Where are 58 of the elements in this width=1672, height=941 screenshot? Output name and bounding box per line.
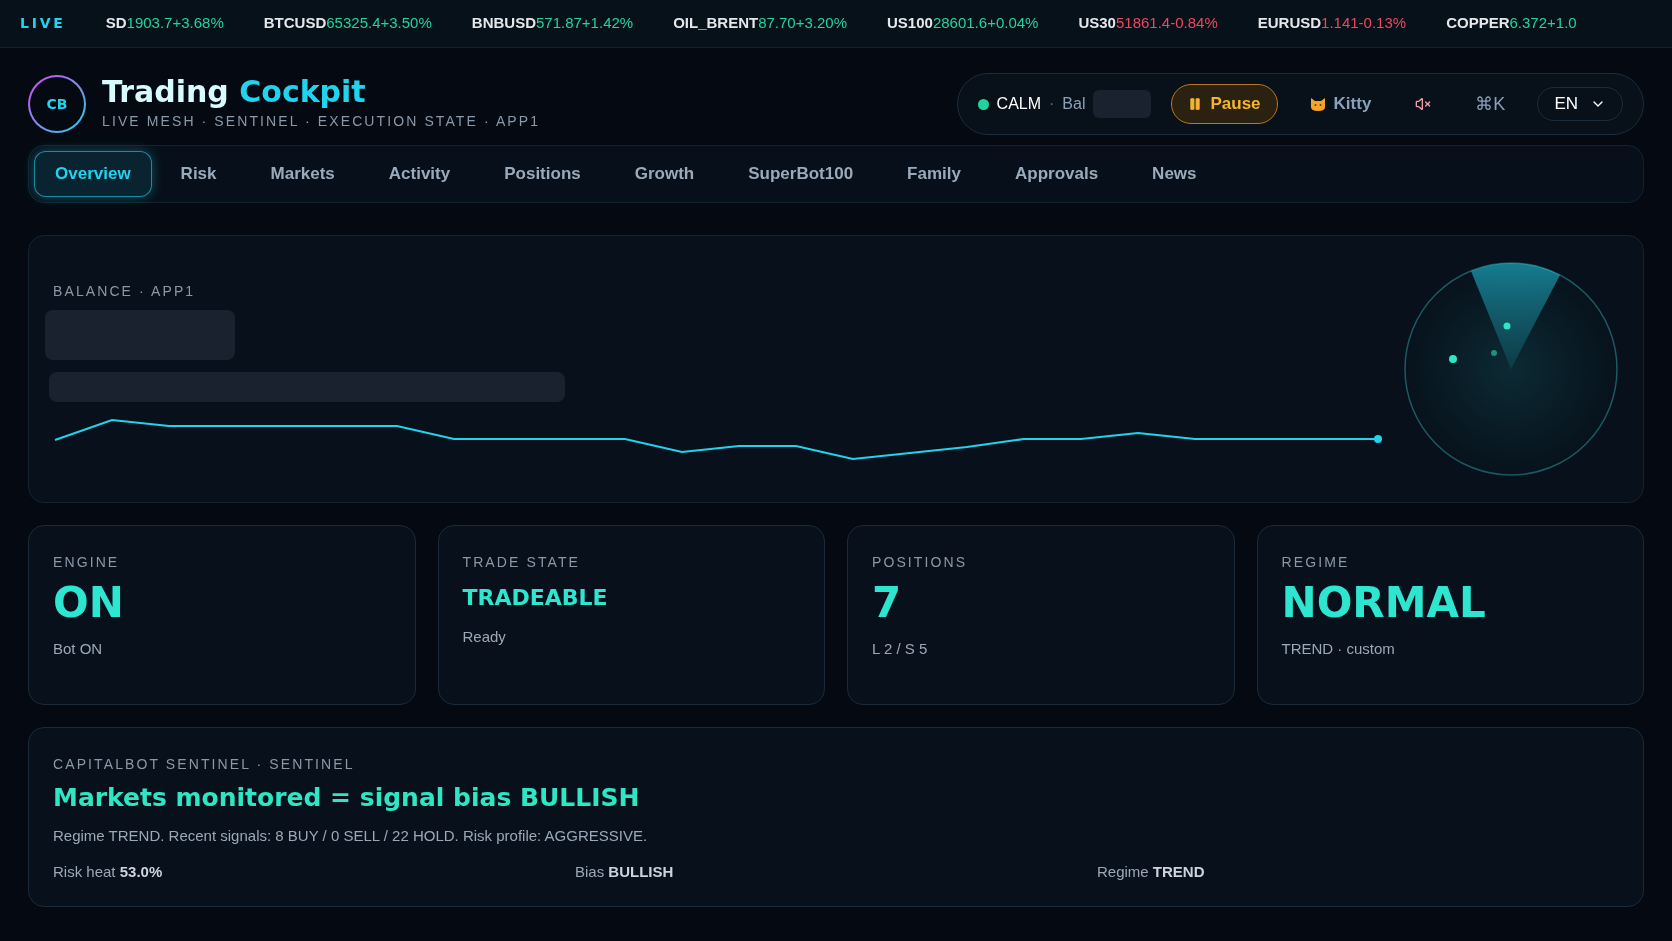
tab[interactable]: Positions <box>479 151 606 197</box>
card-subtext: Ready <box>462 627 507 647</box>
sentinel-stat: Regime TREND <box>1097 862 1206 882</box>
tab[interactable]: Overview <box>34 151 152 197</box>
card-subtext: TREND · custom <box>1281 638 1396 659</box>
logo-icon: CB <box>28 75 86 133</box>
card-value: NORMAL <box>1281 577 1487 629</box>
card-value: TRADEABLE <box>462 584 609 612</box>
sentinel-label: CAPITALBOT SENTINEL · SENTINEL <box>53 755 356 774</box>
ticker-symbol: OIL_BRENT <box>673 14 759 32</box>
card-label: REGIME <box>1281 553 1351 572</box>
sentinel-stat: Bias BULLISH <box>575 862 675 882</box>
balance-label: Bal <box>1062 94 1086 114</box>
tab[interactable]: Growth <box>609 151 720 197</box>
sentinel-summary: Regime TREND. Recent signals: 8 BUY / 0 SELL / 22 HOLD. Risk profile: AGGRESSIVE. <box>53 825 649 846</box>
card-value: 7 <box>872 577 903 629</box>
ticker-symbol: BTCUSD <box>263 14 327 32</box>
ticker-symbol: US30 <box>1078 14 1116 32</box>
card-value: ON <box>53 577 125 629</box>
tab[interactable]: Risk <box>155 151 242 197</box>
sentinel-stat: Risk heat 53.0% <box>53 862 164 882</box>
ticker-symbol: US100 <box>887 14 933 32</box>
card-label: TRADE STATE <box>462 553 581 572</box>
tab[interactable]: SuperBot100 <box>723 151 879 197</box>
ticker-symbol: EURUSD <box>1257 14 1322 32</box>
ticker-symbol: COPPER <box>1446 14 1510 32</box>
card-label: ENGINE <box>53 553 121 572</box>
ticker-quote: 51861.4-0.84% <box>1115 14 1218 32</box>
ticker-quote: 28601.6+0.04% <box>932 14 1039 32</box>
tab[interactable]: Approvals <box>989 151 1124 197</box>
ticker-quote: 65325.4+3.50% <box>326 14 432 32</box>
mute-icon[interactable] <box>1415 96 1432 112</box>
ticker-quote: 571.87+1.42% <box>535 14 634 32</box>
ticker-quote: 1.141-0.13% <box>1321 14 1407 32</box>
separator: · <box>1049 94 1055 114</box>
ticker-quote: 6.372+1.0 <box>1509 14 1577 32</box>
app-subtitle: LIVE MESH · SENTINEL · EXECUTION STATE · APP1 <box>102 111 541 131</box>
status-label: CALM <box>996 94 1042 114</box>
ticker-quote: 87.70+3.20% <box>758 14 847 32</box>
pause-icon <box>1188 97 1203 111</box>
sentinel-headline: Markets monitored = signal bias BULLISH <box>53 782 641 814</box>
tab[interactable]: Activity <box>363 151 476 197</box>
live-label: LIVE <box>20 14 66 33</box>
cat-icon <box>1309 96 1326 112</box>
ticker-symbol: SD <box>105 14 127 32</box>
tab[interactable]: Family <box>882 151 986 197</box>
tab[interactable]: Markets <box>245 151 360 197</box>
kitty-button[interactable]: Kitty <box>1297 91 1384 117</box>
tab[interactable]: News <box>1127 151 1222 197</box>
card-subtext: L 2 / S 5 <box>872 638 929 659</box>
pause-button[interactable]: Pause <box>1171 84 1278 124</box>
app-title: Trading Cockpit <box>102 76 367 107</box>
balance-card-label: BALANCE · APP1 <box>53 282 197 301</box>
command-button[interactable]: ⌘K <box>1463 90 1518 118</box>
ticker-symbol: BNBUSD <box>471 14 536 32</box>
ticker-quote: 1903.7+3.68% <box>126 14 224 32</box>
card-subtext: Bot ON <box>53 638 104 659</box>
card-label: POSITIONS <box>872 553 969 572</box>
